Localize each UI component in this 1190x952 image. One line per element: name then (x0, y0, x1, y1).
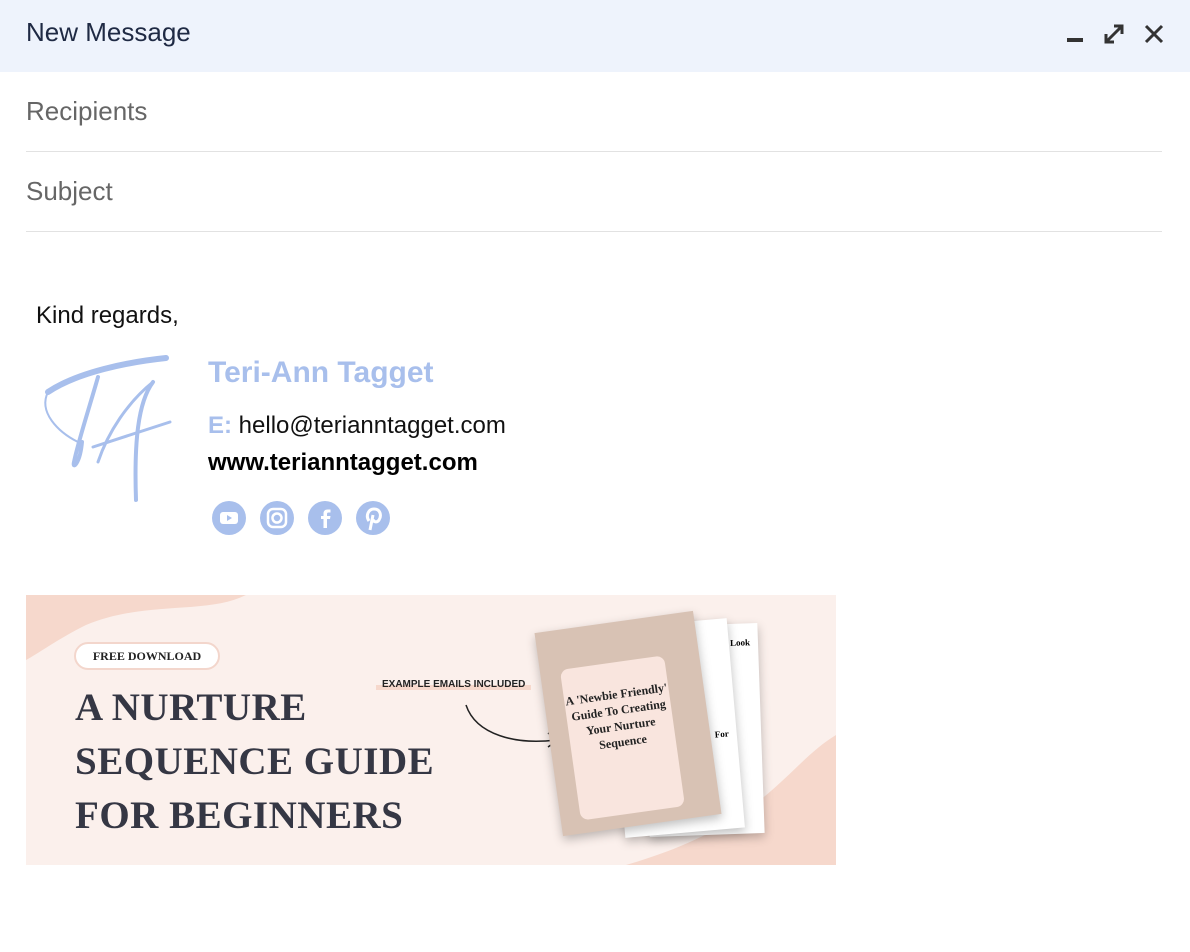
headline-line: FOR BEGINNERS (75, 794, 404, 837)
instagram-icon (266, 507, 288, 529)
page-word: For (714, 728, 730, 740)
subject-placeholder: Subject (26, 176, 113, 206)
pinterest-link[interactable] (356, 501, 390, 535)
promo-banner[interactable]: FREE DOWNLOAD A NURTURE SEQUENCE GUIDE F… (26, 595, 836, 865)
example-emails-callout: EXAMPLE EMAILS INCLUDED (376, 679, 532, 690)
website-link[interactable]: www.terianntagget.com (208, 449, 478, 477)
facebook-link[interactable] (308, 501, 342, 535)
greeting: Kind regards, (36, 302, 179, 329)
subject-field[interactable]: Subject (26, 152, 1162, 232)
close-icon (1144, 24, 1164, 44)
free-download-badge: FREE DOWNLOAD (74, 642, 220, 670)
signature-name: Teri-Ann Tagget (208, 356, 434, 389)
minimize-icon (1067, 38, 1083, 42)
banner-headline: A NURTURE SEQUENCE GUIDE FOR BEGINNERS (75, 681, 434, 843)
close-button[interactable] (1140, 20, 1168, 48)
expand-icon (1104, 24, 1124, 44)
compose-header: New Message (0, 0, 1190, 72)
page-word: Look (729, 637, 751, 649)
guide-cover: A 'Newbie Friendly' Guide To Creating Yo… (534, 610, 722, 837)
pinterest-icon (365, 507, 382, 531)
youtube-icon (220, 512, 238, 524)
expand-button[interactable] (1100, 20, 1128, 48)
email-link[interactable]: hello@terianntagget.com (239, 412, 506, 439)
email-label: E: (208, 412, 232, 439)
facebook-icon (321, 509, 331, 528)
signature-logo (44, 355, 172, 502)
minimize-button[interactable] (1062, 20, 1090, 48)
signature-email: E: hello@terianntagget.com (208, 412, 506, 440)
recipients-placeholder: Recipients (26, 96, 148, 126)
window-title: New Message (26, 17, 191, 47)
headline-line: SEQUENCE GUIDE (75, 740, 435, 783)
instagram-link[interactable] (260, 501, 294, 535)
guide-cover-title: A 'Newbie Friendly' Guide To Creating Yo… (559, 655, 686, 821)
youtube-link[interactable] (212, 501, 246, 535)
recipients-field[interactable]: Recipients (26, 72, 1162, 152)
